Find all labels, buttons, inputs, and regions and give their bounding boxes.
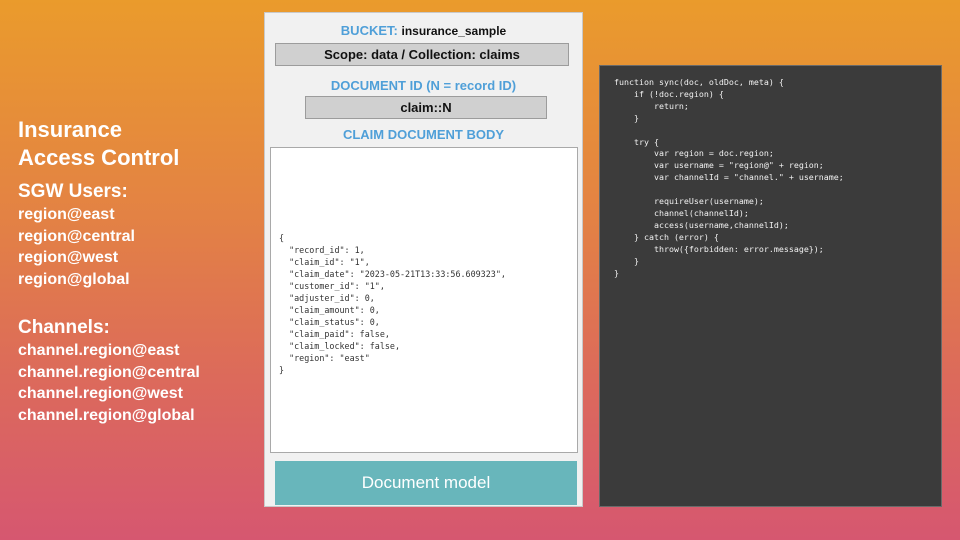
document-body-box: { "record_id": 1, "claim_id": "1", "clai… [270,147,578,453]
channel-item: channel.region@west [18,385,183,402]
user-item: region@west [18,249,119,266]
code-line: requireUser(username); [614,196,764,207]
user-item: region@global [18,270,130,288]
code-line: } [614,255,639,266]
code-line: try { [614,136,659,147]
json-line: "customer_id": "1", [279,281,385,291]
code-line: function sync(doc, oldDoc, meta) { [614,77,784,87]
sync-function-code: function sync(doc, oldDoc, meta) { if (!… [614,77,844,279]
code-line: if (!doc.region) { [614,88,724,99]
code-line: throw({forbidden: error.message}); [614,243,824,254]
bucket-header: BUCKET: insurance_sample [265,23,582,39]
slide-title: Insurance Access Control [18,116,258,172]
json-line: "region": "east" [279,353,370,363]
body-header: CLAIM DOCUMENT BODY [342,127,505,142]
code-line: } [614,112,639,123]
doc-id-header: DOCUMENT ID (N = record ID) [330,78,517,93]
code-line: } catch (error) { [614,231,719,242]
user-item: region@central [18,227,135,245]
json-line: "claim_locked": false, [279,341,401,351]
channels-list: channel.region@east channel.region@centr… [18,340,258,426]
left-summary: Insurance Access Control SGW Users: regi… [18,116,258,426]
user-item: region@east [18,206,115,223]
code-line: return; [614,100,689,111]
channel-item: channel.region@global [18,406,195,424]
sync-function-code-panel: function sync(doc, oldDoc, meta) { if (!… [599,65,942,507]
title-line-2: Access Control [18,145,180,170]
document-model-button[interactable]: Document model [275,461,577,505]
channel-item: channel.region@east [18,342,180,359]
code-line: channel(channelId); [614,207,749,218]
users-list: region@east region@central region@west r… [18,204,258,290]
code-line: var channelId = "channel." + username; [614,172,844,183]
channel-item: channel.region@central [18,363,200,381]
json-line: "record_id": 1, [279,245,365,255]
title-line-1: Insurance [18,117,122,142]
json-line: { [279,233,285,243]
scope-box: Scope: data / Collection: claims [275,43,569,66]
doc-id-box: claim::N [305,96,547,119]
json-line: "claim_status": 0, [279,317,380,327]
json-line: "claim_date": "2023-05-21T13:33:56.60932… [279,269,506,279]
document-panel: BUCKET: insurance_sample Scope: data / C… [264,12,583,507]
json-body: { "record_id": 1, "claim_id": "1", "clai… [279,232,506,376]
code-line: } [614,267,619,278]
code-line: var username = "region@" + region; [614,160,824,171]
json-line: "adjuster_id": 0, [279,293,375,303]
bucket-label: BUCKET: [340,23,398,38]
users-heading: SGW Users: [18,181,128,202]
code-line: access(username,channelId); [614,219,789,230]
channels-heading: Channels: [18,317,110,338]
code-line: var region = doc.region; [614,148,774,159]
bucket-value: insurance_sample [401,24,507,38]
json-line: } [279,365,285,375]
json-line: "claim_amount": 0, [279,305,380,315]
json-line: "claim_paid": false, [279,329,390,339]
json-line: "claim_id": "1", [279,257,370,267]
